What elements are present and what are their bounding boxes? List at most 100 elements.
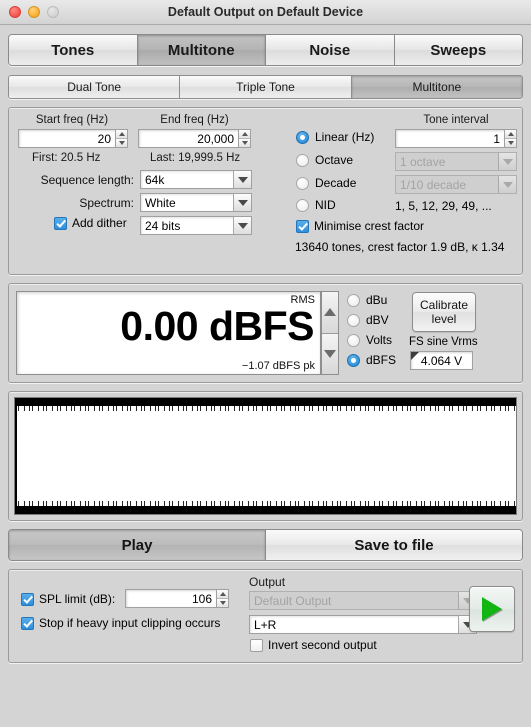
radio-icon[interactable] (296, 198, 309, 212)
checkbox-icon[interactable] (250, 638, 263, 652)
dither-bits-value: 24 bits (145, 218, 181, 233)
stepper-down-icon[interactable] (322, 333, 338, 374)
decade-value: 1/10 decade (400, 177, 467, 192)
unit-option-volts[interactable]: Volts (347, 333, 396, 347)
spacing-option-octave[interactable]: Octave (296, 153, 353, 167)
spacing-decade-label: Decade (315, 176, 357, 190)
spacing-linear-label: Linear (Hz) (315, 130, 375, 144)
checkbox-icon[interactable] (21, 616, 34, 630)
subtab-triple-tone[interactable]: Triple Tone (180, 76, 352, 98)
nid-series-text: 1, 5, 12, 29, 49, ... (395, 199, 492, 213)
output-device-dropdown: Default Output (249, 591, 477, 610)
fs-sine-vrms-field[interactable]: 4.064 V (410, 351, 473, 370)
minimise-button[interactable] (28, 6, 40, 18)
waveform-texture-top (15, 406, 516, 411)
chevron-down-icon (498, 153, 516, 170)
tab-save-to-file[interactable]: Save to file (266, 530, 522, 560)
waveform-display-panel (8, 391, 523, 521)
stepper-down-icon[interactable] (239, 139, 250, 147)
end-freq-value[interactable]: 20,000 (138, 129, 238, 148)
minimise-crest-factor-label: Minimise crest factor (314, 219, 425, 233)
radio-icon[interactable] (347, 333, 360, 347)
start-freq-value[interactable]: 20 (18, 129, 115, 148)
spl-limit-field[interactable]: 106 (125, 589, 229, 608)
stepper-up-icon[interactable] (217, 590, 228, 599)
tab-tones[interactable]: Tones (9, 35, 138, 65)
output-device-value: Default Output (254, 593, 332, 608)
spl-limit-checkbox[interactable]: SPL limit (dB): (21, 592, 115, 606)
close-button[interactable] (9, 6, 21, 18)
end-freq-stepper[interactable] (238, 129, 251, 148)
settings-right-column: Tone interval Linear (Hz) 1 Octave 1 oct… (287, 108, 522, 274)
add-dither-label: Add dither (72, 216, 127, 230)
level-readout[interactable]: RMS 0.00 dBFS −1.07 dBFS pk (16, 291, 321, 375)
waveform-canvas[interactable] (14, 397, 517, 515)
tab-sweeps[interactable]: Sweeps (394, 35, 522, 65)
playback-options-panel: SPL limit (dB): 106 Stop if heavy input … (8, 569, 523, 663)
stepper-up-icon[interactable] (322, 292, 338, 334)
stepper-up-icon[interactable] (505, 130, 516, 139)
level-stepper[interactable] (321, 291, 339, 375)
stop-on-clipping-label: Stop if heavy input clipping occurs (39, 616, 221, 630)
stepper-up-icon[interactable] (239, 130, 250, 139)
tab-multitone[interactable]: Multitone (137, 35, 266, 65)
checkbox-icon[interactable] (21, 592, 34, 606)
checkbox-icon[interactable] (296, 219, 309, 233)
spectrum-dropdown[interactable]: White (140, 193, 252, 212)
tone-interval-value[interactable]: 1 (395, 129, 504, 148)
invert-second-output-checkbox[interactable]: Invert second output (250, 638, 377, 652)
unit-volts-label: Volts (366, 333, 393, 347)
chevron-down-icon (233, 194, 251, 211)
calibrate-line-2: level (431, 312, 457, 326)
radio-icon[interactable] (296, 130, 309, 144)
zoom-button (47, 6, 59, 18)
output-channel-dropdown[interactable]: L+R (249, 615, 477, 634)
stop-on-clipping-checkbox[interactable]: Stop if heavy input clipping occurs (21, 616, 220, 630)
dither-bits-dropdown[interactable]: 24 bits (140, 216, 252, 235)
subtab-multitone[interactable]: Multitone (351, 76, 522, 98)
unit-dbv-label: dBV (366, 313, 389, 327)
radio-icon[interactable] (296, 153, 309, 167)
start-freq-field[interactable]: 20 (18, 129, 128, 148)
play-button[interactable] (469, 586, 515, 632)
calibrate-level-button[interactable]: Calibrate level (412, 292, 476, 332)
tab-noise[interactable]: Noise (266, 35, 395, 65)
spl-limit-stepper[interactable] (216, 589, 229, 608)
unit-option-dbv[interactable]: dBV (347, 313, 396, 327)
settings-left-column: Start freq (Hz) End freq (Hz) 20 20,000 (9, 108, 287, 274)
radio-icon[interactable] (347, 353, 360, 367)
unit-dbu-label: dBu (366, 293, 388, 307)
radio-icon[interactable] (347, 293, 360, 307)
subtab-dual-tone[interactable]: Dual Tone (9, 76, 181, 98)
checkbox-icon[interactable] (54, 216, 67, 230)
tone-interval-field[interactable]: 1 (395, 129, 517, 148)
spacing-option-nid[interactable]: NID (296, 198, 336, 212)
level-value: 0.00 dBFS (120, 303, 314, 349)
stepper-down-icon[interactable] (116, 139, 127, 147)
radio-icon[interactable] (296, 176, 309, 190)
unit-option-dbfs[interactable]: dBFS (347, 353, 396, 367)
unit-option-dbu[interactable]: dBu (347, 293, 396, 307)
add-dither-checkbox[interactable]: Add dither (54, 216, 127, 230)
tone-interval-stepper[interactable] (504, 129, 517, 148)
tab-play[interactable]: Play (9, 530, 266, 560)
end-freq-field[interactable]: 20,000 (138, 129, 251, 148)
radio-icon[interactable] (347, 313, 360, 327)
minimise-crest-factor-checkbox[interactable]: Minimise crest factor (296, 219, 424, 233)
waveform-band-top (15, 398, 516, 406)
stepper-down-icon[interactable] (217, 599, 228, 607)
spl-limit-value[interactable]: 106 (125, 589, 216, 608)
stepper-up-icon[interactable] (116, 130, 127, 139)
first-freq-info: First: 20.5 Hz (32, 152, 101, 164)
level-unit-options: dBu dBV Volts dBFS (347, 293, 396, 373)
sequence-length-dropdown[interactable]: 64k (140, 170, 252, 189)
transport-tab-bar: Play Save to file (8, 529, 523, 561)
spacing-option-decade[interactable]: Decade (296, 176, 356, 190)
window-title: Default Output on Default Device (167, 5, 364, 19)
output-channel-value: L+R (254, 617, 277, 632)
spacing-option-linear[interactable]: Linear (Hz) (296, 130, 374, 144)
waveform-band-bottom (15, 506, 516, 514)
last-freq-info: Last: 19,999.5 Hz (150, 152, 241, 164)
stepper-down-icon[interactable] (505, 139, 516, 147)
start-freq-stepper[interactable] (115, 129, 128, 148)
